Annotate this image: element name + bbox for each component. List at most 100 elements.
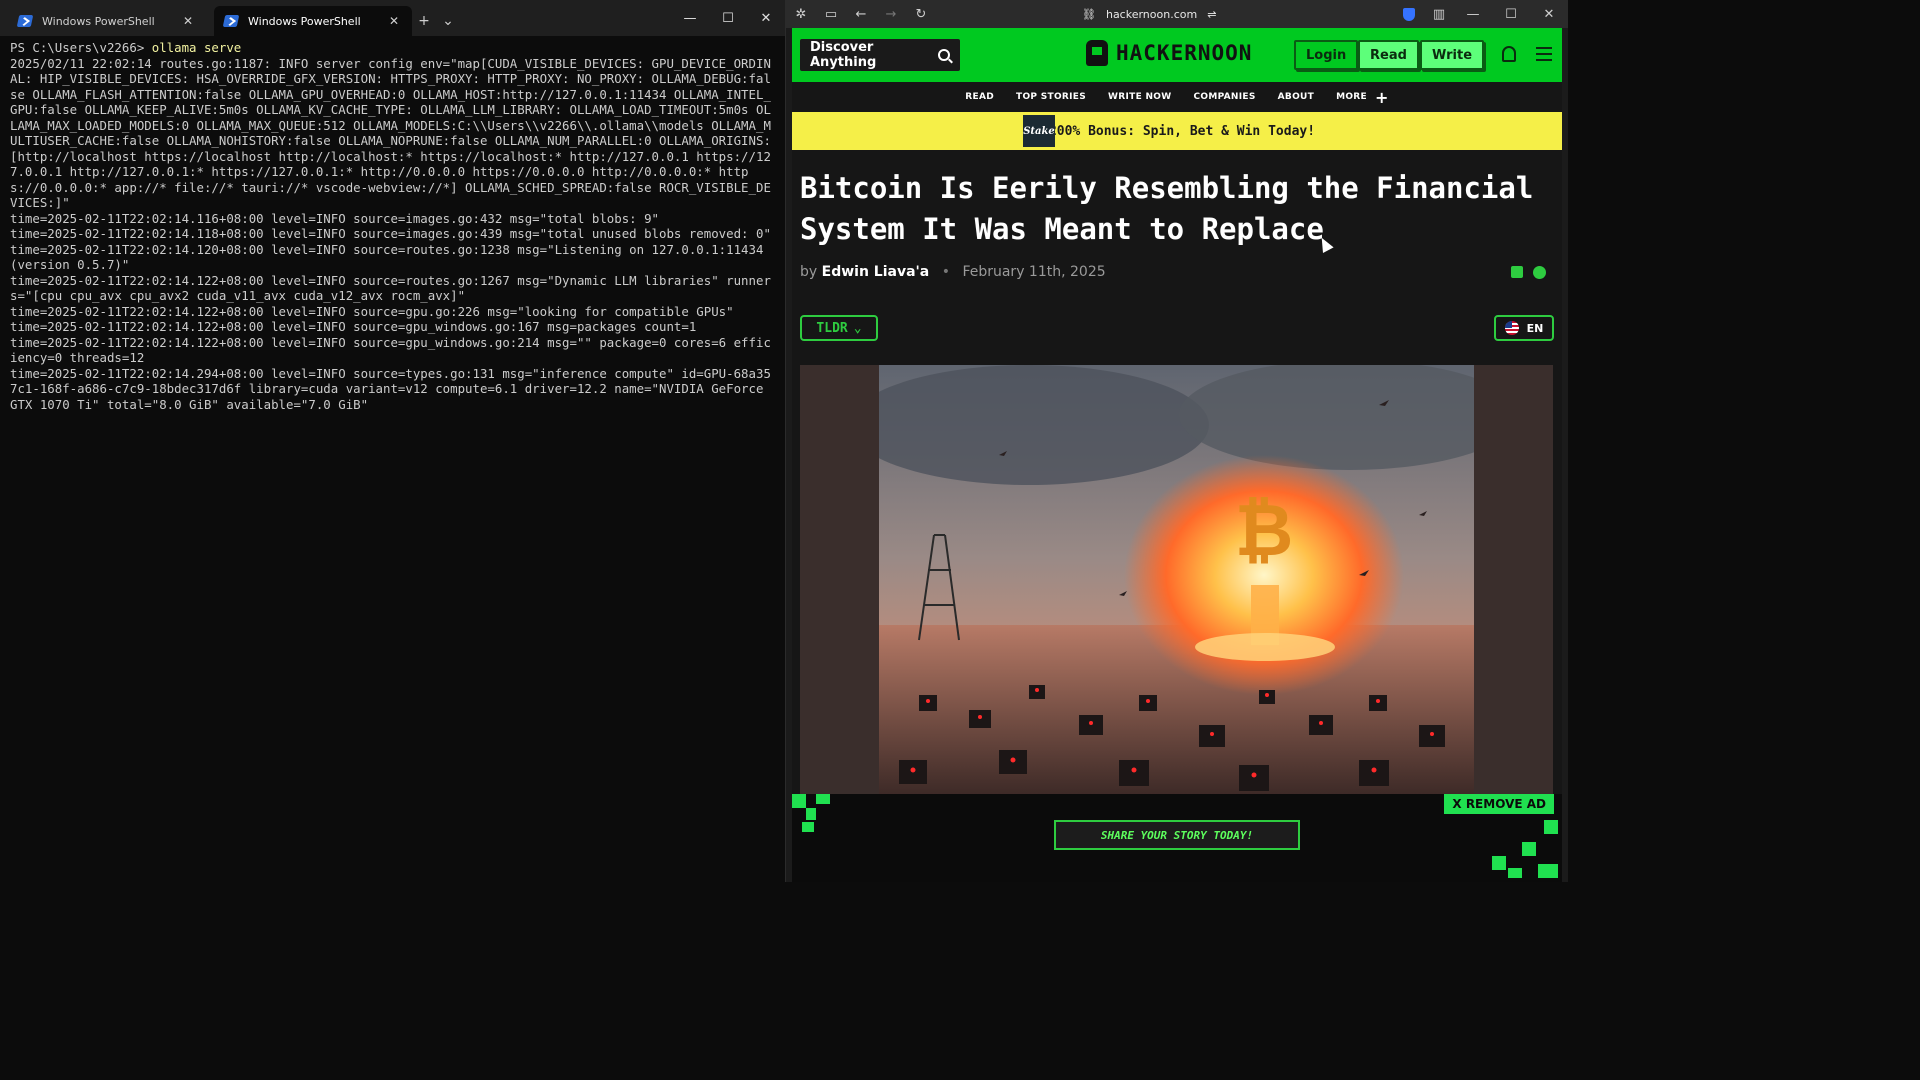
logo-mascot-icon (1086, 40, 1108, 66)
terminal-line: 2025/02/11 22:02:14 routes.go:1187: INFO… (10, 55, 771, 211)
author-link[interactable]: Edwin Liava'a (822, 264, 930, 280)
pixel-decoration (816, 794, 830, 804)
publish-date: February 11th, 2025 (962, 264, 1106, 280)
nav-read[interactable]: READ (965, 92, 994, 102)
monitor-icon[interactable] (1511, 266, 1523, 278)
hero-bitcoin-symbol: ₿ (1235, 488, 1294, 572)
terminal-tab-label: Windows PowerShell (248, 14, 361, 28)
terminal-tab-2[interactable]: Windows PowerShell ✕ (214, 6, 412, 36)
terminal-window: Windows PowerShell ✕ Windows PowerShell … (0, 0, 786, 882)
command: ollama serve (151, 40, 242, 55)
site-header: Discover Anything HACKERNOON Login Read … (792, 28, 1562, 82)
nav-about[interactable]: ABOUT (1278, 92, 1314, 102)
write-button[interactable]: Write (1420, 40, 1485, 70)
stake-logo: Stake (1023, 115, 1055, 147)
terminal-tabbar: Windows PowerShell ✕ Windows PowerShell … (0, 0, 785, 36)
by-label: by (800, 264, 818, 280)
minimize-icon[interactable]: — (1454, 0, 1492, 28)
site-nav: READ TOP STORIES WRITE NOW COMPANIES ABO… (792, 82, 1562, 112)
terminal-line: time=2025-02-11T22:02:14.118+08:00 level… (10, 226, 771, 241)
search-icon (938, 49, 950, 61)
hero-image: ₿ (879, 365, 1474, 795)
terminal-tab-1[interactable]: Windows PowerShell ✕ (8, 6, 206, 36)
terminal-line: time=2025-02-11T22:02:14.122+08:00 level… (10, 334, 771, 366)
maximize-icon[interactable]: ☐ (1492, 0, 1530, 28)
terminal-line: time=2025-02-11T22:02:14.122+08:00 level… (10, 319, 697, 334)
pixel-decoration (1538, 864, 1558, 878)
close-tab-icon[interactable]: ✕ (386, 14, 402, 28)
tldr-button[interactable]: TLDR ⌄ (800, 315, 878, 341)
remove-ad-button[interactable]: X REMOVE AD (1444, 794, 1554, 814)
share-story-button[interactable]: SHARE YOUR STORY TODAY! (1054, 820, 1300, 850)
desktop: Windows PowerShell ✕ Windows PowerShell … (0, 0, 1568, 882)
site-settings-icon[interactable]: ⇌ (1207, 8, 1216, 21)
chevron-down-icon: ⌄ (853, 320, 862, 336)
browser-window: ✲ ▭ ← → ↻ ⛓ hackernoon.com ⇌ ▥ — ☐ ✕ Dis… (786, 0, 1568, 882)
webpage: Discover Anything HACKERNOON Login Read … (792, 28, 1562, 882)
tldr-label: TLDR (816, 320, 848, 336)
login-button[interactable]: Login (1294, 40, 1359, 70)
pixel-decoration (1544, 820, 1558, 834)
back-icon[interactable]: ← (846, 0, 876, 28)
maximize-icon[interactable]: ☐ (709, 0, 747, 36)
link-icon: ⛓ (1082, 7, 1096, 21)
terminal-line: time=2025-02-11T22:02:14.122+08:00 level… (10, 272, 771, 304)
bell-icon[interactable] (1502, 46, 1516, 62)
search-label: Discover Anything (810, 40, 877, 70)
article-title: Bitcoin Is Eerily Resembling the Financi… (800, 171, 1534, 246)
byline-separator: • (941, 264, 950, 280)
hero-image-frame: ₿ (800, 365, 1553, 795)
pixel-decoration (1508, 868, 1522, 878)
plus-icon[interactable]: + (1375, 88, 1389, 107)
minimize-icon[interactable]: — (671, 0, 709, 36)
split-view-icon[interactable]: ▥ (1424, 0, 1454, 28)
close-tab-icon[interactable]: ✕ (180, 14, 196, 28)
tab-dropdown-button[interactable]: ⌄ (436, 6, 460, 36)
new-tab-button[interactable]: + (412, 6, 436, 36)
address-bar[interactable]: ⛓ hackernoon.com ⇌ (1082, 0, 1216, 28)
language-selector[interactable]: EN (1494, 315, 1554, 341)
search-button[interactable]: Discover Anything (800, 39, 960, 71)
url-text: hackernoon.com (1105, 7, 1198, 21)
window-controls: — ☐ ✕ (671, 0, 785, 36)
powershell-icon (16, 15, 34, 27)
ad-banner[interactable]: Stake 200% Bonus: Spin, Bet & Win Today! (792, 112, 1562, 150)
logo-text: HACKERNOON (1116, 41, 1253, 65)
pixel-decoration (792, 794, 806, 808)
pixel-decoration (806, 808, 816, 820)
terminal-line: time=2025-02-11T22:02:14.294+08:00 level… (10, 365, 771, 412)
pixel-decoration (1492, 856, 1506, 870)
nav-write-now[interactable]: WRITE NOW (1108, 92, 1171, 102)
read-button[interactable]: Read (1358, 40, 1419, 70)
ad-text: 200% Bonus: Spin, Bet & Win Today! (1048, 123, 1316, 139)
browser-menu-icon[interactable]: ✲ (786, 0, 816, 28)
globe-icon[interactable] (1533, 266, 1546, 279)
terminal-line: time=2025-02-11T22:02:14.120+08:00 level… (10, 241, 771, 273)
hero-mushroom-base (1195, 633, 1335, 661)
nav-companies[interactable]: COMPANIES (1193, 92, 1255, 102)
terminal-line: time=2025-02-11T22:02:14.116+08:00 level… (10, 210, 660, 226)
terminal-line: time=2025-02-11T22:02:14.122+08:00 level… (10, 303, 734, 319)
terminal-output[interactable]: PS C:\Users\v2266> ollama serve 2025/02/… (0, 36, 785, 416)
terminal-tab-label: Windows PowerShell (42, 14, 155, 28)
nav-more[interactable]: MORE (1336, 92, 1367, 102)
language-label: EN (1526, 321, 1544, 335)
pixel-decoration (1522, 842, 1536, 856)
sidebar-toggle-icon[interactable]: ▭ (816, 0, 846, 28)
close-icon[interactable]: ✕ (747, 0, 785, 36)
byline-icons (1511, 266, 1546, 279)
reload-icon[interactable]: ↻ (906, 0, 936, 28)
us-flag-icon (1504, 321, 1519, 335)
nav-top-stories[interactable]: TOP STORIES (1016, 92, 1086, 102)
powershell-icon (222, 15, 240, 27)
site-logo[interactable]: HACKERNOON (1086, 40, 1252, 66)
shield-icon[interactable] (1394, 0, 1424, 28)
forward-icon[interactable]: → (876, 0, 906, 28)
terminal-prompt-line: PS C:\Users\v2266> ollama serve (10, 40, 775, 56)
close-icon[interactable]: ✕ (1530, 0, 1568, 28)
pixel-decoration (802, 822, 814, 832)
prompt: PS C:\Users\v2266> (10, 40, 152, 55)
hamburger-menu-icon[interactable] (1536, 47, 1552, 61)
bottom-ad-banner[interactable]: SHARE YOUR STORY TODAY! X REMOVE AD (792, 794, 1562, 882)
browser-toolbar: ✲ ▭ ← → ↻ ⛓ hackernoon.com ⇌ ▥ — ☐ ✕ (786, 0, 1568, 28)
